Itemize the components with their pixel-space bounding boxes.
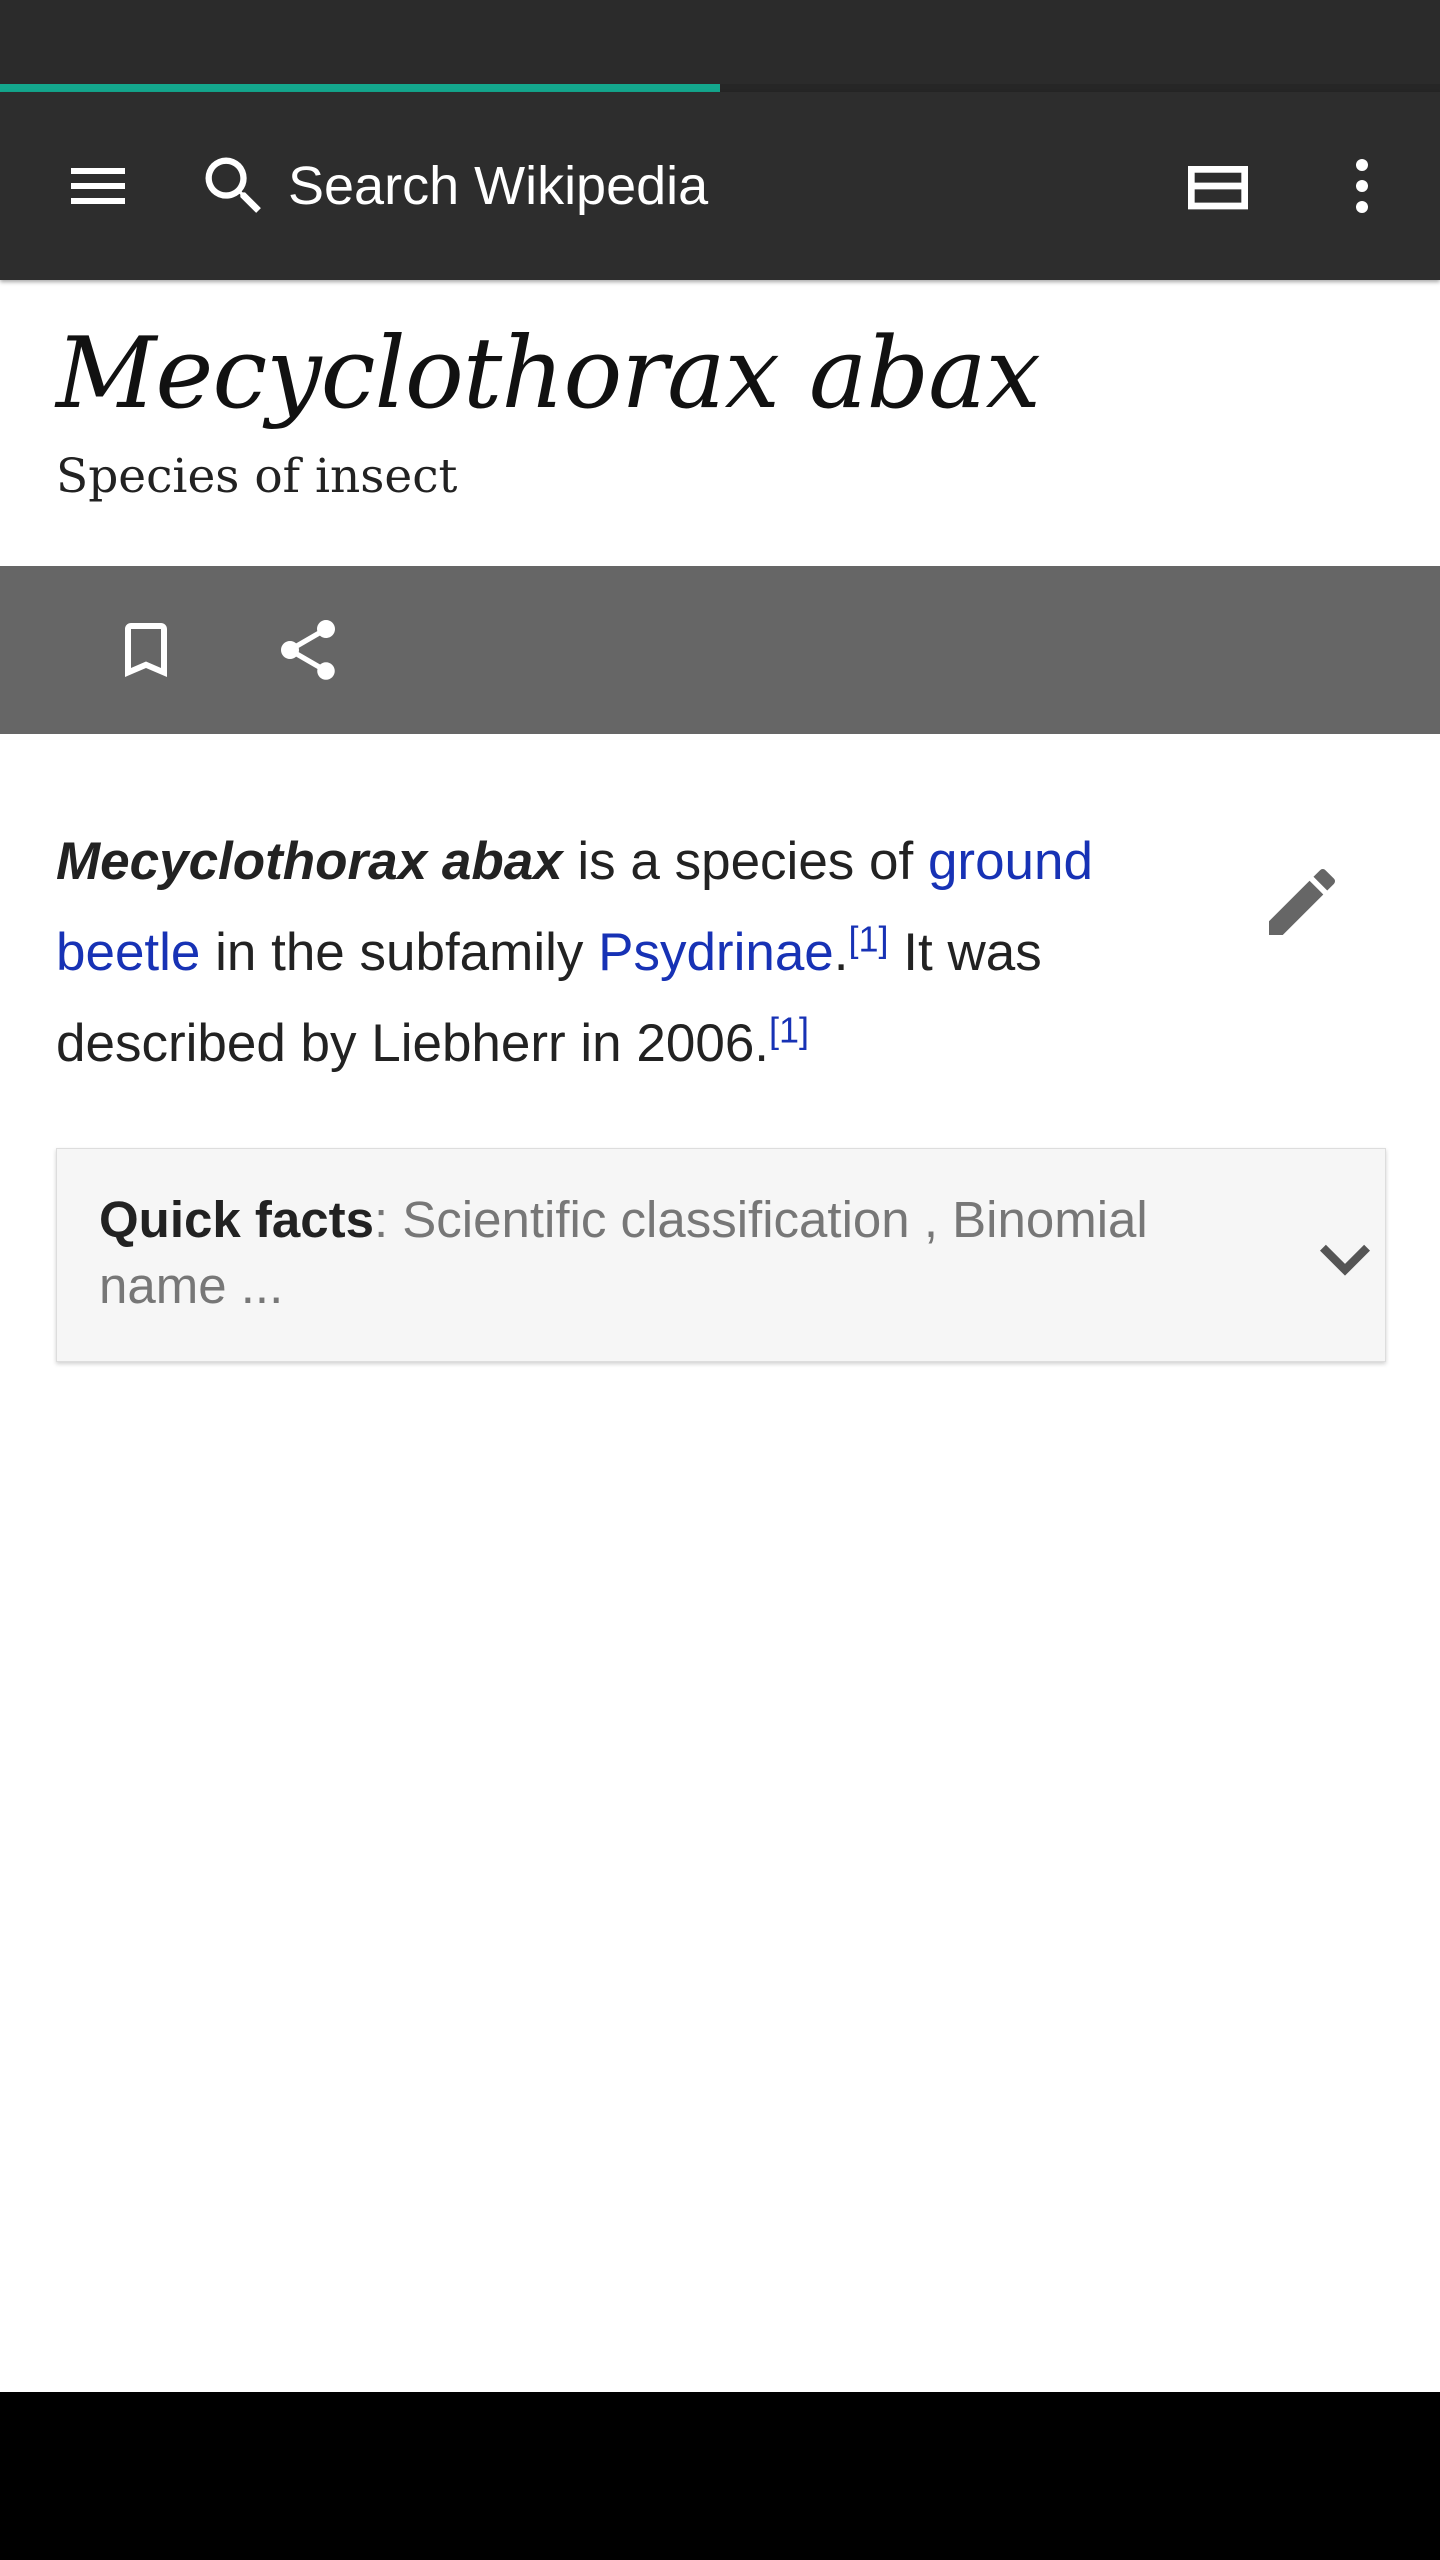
more-vert-icon bbox=[1356, 159, 1368, 213]
lead-text: is a species of bbox=[562, 832, 928, 891]
article-lead-paragraph: Mecyclothorax abax is a species of groun… bbox=[56, 816, 1186, 1089]
menu-icon bbox=[71, 168, 125, 204]
quick-facts-label: Quick facts bbox=[99, 1191, 374, 1248]
lead-text: in the subfamily bbox=[200, 923, 599, 982]
save-bookmark-button[interactable] bbox=[96, 600, 196, 700]
share-button[interactable] bbox=[258, 600, 358, 700]
top-app-bar bbox=[0, 92, 1440, 280]
citation-link-2[interactable]: [1] bbox=[769, 1009, 809, 1050]
page-load-progress-fill bbox=[0, 84, 720, 92]
edit-section-button[interactable] bbox=[1252, 852, 1352, 952]
share-icon bbox=[281, 620, 335, 680]
page-title: Mecyclothorax abax bbox=[56, 317, 1041, 431]
citation-link-1[interactable]: [1] bbox=[849, 918, 889, 959]
reading-lists-icon bbox=[1188, 166, 1248, 210]
bookmark-icon bbox=[125, 623, 167, 677]
menu-button[interactable] bbox=[48, 136, 148, 236]
article-header: Mecyclothorax abax Species of insect bbox=[56, 310, 1386, 508]
system-navigation-bar bbox=[0, 2392, 1440, 2560]
link-psydrinae[interactable]: Psydrinae bbox=[598, 923, 834, 982]
edit-pencil-icon bbox=[1269, 868, 1336, 935]
page-load-progress bbox=[0, 84, 1440, 92]
lead-text: . bbox=[833, 923, 849, 982]
quick-facts-collapsible[interactable]: Quick facts: Scientific classification ,… bbox=[56, 1148, 1386, 1362]
quick-facts-text: Quick facts: Scientific classification ,… bbox=[99, 1187, 1199, 1319]
search-input[interactable] bbox=[288, 144, 1108, 228]
reading-lists-button[interactable] bbox=[1168, 136, 1268, 236]
search-icon bbox=[205, 157, 261, 213]
article-action-bar bbox=[0, 566, 1440, 734]
more-options-button[interactable] bbox=[1312, 136, 1412, 236]
lead-subject: Mecyclothorax abax bbox=[56, 832, 563, 891]
page-description: Species of insect bbox=[56, 449, 458, 504]
chevron-down-icon bbox=[1320, 1244, 1370, 1276]
status-bar bbox=[0, 0, 1440, 84]
